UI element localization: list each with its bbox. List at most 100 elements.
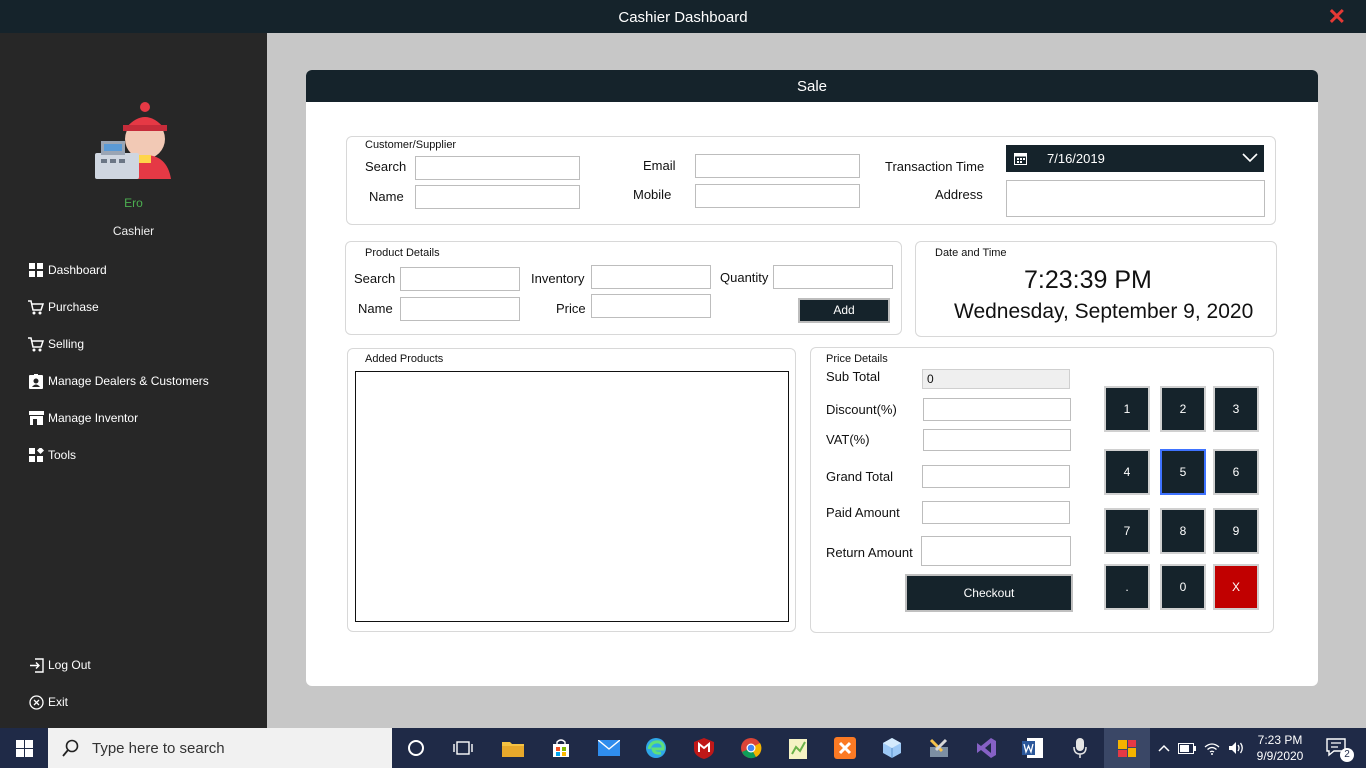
windows-start-icon[interactable] xyxy=(0,728,48,768)
taskbar-date: 9/9/2020 xyxy=(1256,749,1304,763)
search-placeholder: Type here to search xyxy=(92,739,225,757)
dashboard-icon xyxy=(28,262,44,278)
nav-label: Manage Inventor xyxy=(48,411,139,425)
user-name: Ero xyxy=(124,196,143,210)
nav-tools[interactable]: Tools xyxy=(28,445,76,465)
mobile-label: Mobile xyxy=(633,187,672,202)
word-icon[interactable] xyxy=(1021,736,1045,760)
return-amount-input[interactable] xyxy=(921,536,1071,566)
cashier-app-taskbar-icon[interactable] xyxy=(1104,728,1150,768)
customer-search-label: Search xyxy=(365,159,407,174)
nav-manage-inventor[interactable]: Manage Inventor xyxy=(28,408,138,428)
keypad-0-button[interactable]: 0 xyxy=(1160,564,1206,610)
task-view-icon[interactable] xyxy=(451,736,475,760)
inventory-input[interactable] xyxy=(591,265,711,289)
taskbar-clock[interactable]: 7:23 PM 9/9/2020 xyxy=(1245,732,1315,764)
chrome-icon[interactable] xyxy=(739,736,763,760)
grand-total-input[interactable] xyxy=(922,465,1070,488)
cashier-avatar-icon xyxy=(95,102,171,179)
xampp-icon[interactable] xyxy=(833,736,857,760)
cortana-icon[interactable] xyxy=(404,736,428,760)
transaction-time-label: Transaction Time xyxy=(885,159,985,174)
microphone-icon[interactable] xyxy=(1068,736,1092,760)
mobile-input[interactable] xyxy=(695,184,860,208)
added-products-list[interactable] xyxy=(355,371,789,622)
customer-search-input[interactable] xyxy=(415,156,580,180)
nav-exit[interactable]: Exit xyxy=(28,692,68,712)
keypad-4-button[interactable]: 4 xyxy=(1104,449,1150,495)
taskbar-time: 7:23 PM xyxy=(1257,733,1303,747)
nav-manage-dealers-customers[interactable]: Manage Dealers & Customers xyxy=(28,371,209,391)
quantity-input[interactable] xyxy=(773,265,893,289)
keypad-6-button[interactable]: 6 xyxy=(1213,449,1259,495)
close-icon[interactable]: ✕ xyxy=(1328,4,1346,30)
nav-label: Exit xyxy=(48,695,69,709)
battery-icon[interactable] xyxy=(1178,742,1196,754)
notification-badge: 2 xyxy=(1340,748,1354,762)
contact-badge-icon xyxy=(28,373,44,389)
keypad-decimal-button[interactable]: . xyxy=(1104,564,1150,610)
store-app-icon[interactable] xyxy=(549,736,573,760)
search-icon xyxy=(62,739,80,757)
taskbar-search[interactable]: Type here to search xyxy=(48,728,392,768)
discount-input[interactable] xyxy=(923,398,1071,421)
mail-icon[interactable] xyxy=(597,736,621,760)
customer-name-input[interactable] xyxy=(415,185,580,209)
subtotal-label: Sub Total xyxy=(826,369,880,384)
keypad-8-button[interactable]: 8 xyxy=(1160,508,1206,554)
nav-label: Tools xyxy=(48,448,77,462)
transaction-date-picker[interactable]: 7/16/2019 xyxy=(1006,145,1264,172)
mcafee-icon[interactable] xyxy=(692,736,716,760)
price-input[interactable] xyxy=(591,294,711,318)
virtualbox-icon[interactable] xyxy=(880,736,904,760)
tools-icon xyxy=(28,447,44,463)
product-search-label: Search xyxy=(354,271,396,286)
price-label: Price xyxy=(556,301,586,316)
transaction-date-value: 7/16/2019 xyxy=(1047,151,1105,166)
customer-name-label: Name xyxy=(369,189,404,204)
build-tool-icon[interactable] xyxy=(927,736,951,760)
nav-dashboard[interactable]: Dashboard xyxy=(28,260,107,280)
visual-studio-icon[interactable] xyxy=(974,736,998,760)
keypad-5-button[interactable]: 5 xyxy=(1160,449,1206,495)
chevron-up-icon[interactable] xyxy=(1158,744,1170,752)
keypad-3-button[interactable]: 3 xyxy=(1213,386,1259,432)
wifi-icon[interactable] xyxy=(1204,742,1220,755)
nav-selling[interactable]: Selling xyxy=(28,334,84,354)
nav-log-out[interactable]: Log Out xyxy=(28,655,91,675)
taskbar: Type here to search 7:23 PM 9/9/2020 2 xyxy=(0,728,1366,768)
nav-label: Log Out xyxy=(48,658,91,672)
keypad-1-button[interactable]: 1 xyxy=(1104,386,1150,432)
nav-label: Manage Dealers & Customers xyxy=(48,374,209,388)
vat-label: VAT(%) xyxy=(826,432,870,447)
edge-browser-icon[interactable] xyxy=(644,736,668,760)
sale-header: Sale xyxy=(306,70,1318,102)
keypad-9-button[interactable]: 9 xyxy=(1213,508,1259,554)
logout-icon xyxy=(28,657,44,673)
notification-center-icon[interactable]: 2 xyxy=(1322,736,1354,762)
volume-icon[interactable] xyxy=(1228,741,1245,755)
system-tray xyxy=(1158,728,1245,768)
keypad-2-button[interactable]: 2 xyxy=(1160,386,1206,432)
keypad-clear-button[interactable]: X xyxy=(1213,564,1259,610)
keypad-7-button[interactable]: 7 xyxy=(1104,508,1150,554)
vat-input[interactable] xyxy=(923,429,1071,451)
file-explorer-icon[interactable] xyxy=(501,736,525,760)
paid-amount-input[interactable] xyxy=(922,501,1070,524)
added-products-title: Added Products xyxy=(365,353,444,365)
product-search-input[interactable] xyxy=(400,267,520,291)
exit-circle-icon xyxy=(28,694,44,710)
product-name-input[interactable] xyxy=(400,297,520,321)
email-input[interactable] xyxy=(695,154,860,178)
clock-date: Wednesday, September 9, 2020 xyxy=(954,300,1254,323)
date-time-group-title: Date and Time xyxy=(935,247,1007,259)
title-bar: Cashier Dashboard ✕ xyxy=(0,0,1366,33)
nav-label: Dashboard xyxy=(48,263,107,277)
address-input[interactable] xyxy=(1006,180,1265,217)
address-label: Address xyxy=(935,187,983,202)
price-group-title: Price Details xyxy=(826,353,888,365)
notepad-plus-icon[interactable] xyxy=(786,736,810,760)
checkout-button[interactable]: Checkout xyxy=(905,574,1073,612)
nav-purchase[interactable]: Purchase xyxy=(28,297,99,317)
add-button[interactable]: Add xyxy=(798,298,890,323)
